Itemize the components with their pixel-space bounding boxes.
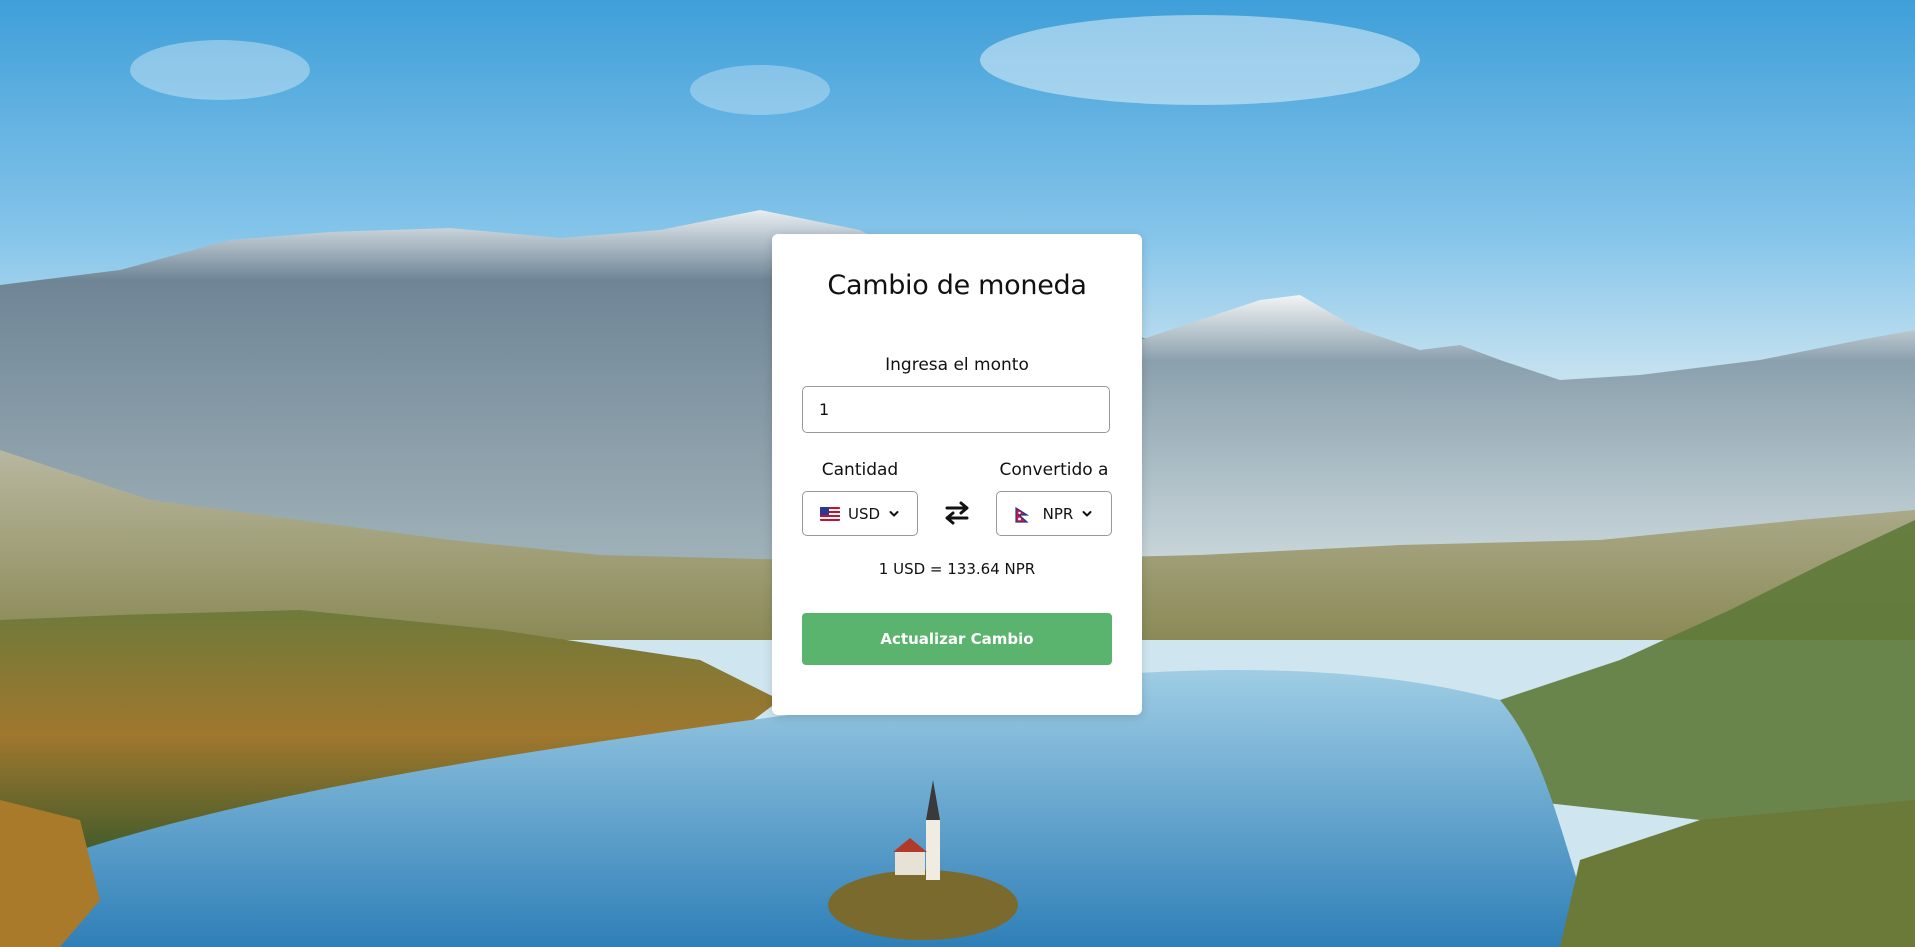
amount-input[interactable] bbox=[802, 386, 1110, 433]
exchange-rate-text: 1 USD = 133.64 NPR bbox=[878, 560, 1036, 578]
from-currency-code: USD bbox=[847, 504, 881, 523]
card-title: Cambio de moneda bbox=[827, 270, 1087, 301]
page: Cambio de moneda Ingresa el monto Cantid… bbox=[0, 0, 1915, 947]
to-currency-label: Convertido a bbox=[999, 460, 1109, 480]
us-flag-icon bbox=[819, 506, 840, 521]
amount-label: Ingresa el monto bbox=[885, 355, 1029, 375]
chevron-down-icon bbox=[1082, 510, 1092, 516]
swap-arrows-icon[interactable] bbox=[942, 500, 972, 526]
from-currency-select[interactable]: USD bbox=[802, 491, 918, 536]
to-currency-select[interactable]: NPR bbox=[996, 491, 1112, 536]
nepal-flag-icon bbox=[1015, 506, 1035, 523]
chevron-down-icon bbox=[889, 510, 899, 516]
currency-converter-card: Cambio de moneda Ingresa el monto Cantid… bbox=[772, 234, 1142, 715]
from-currency-label: Cantidad bbox=[821, 460, 899, 480]
to-currency-code: NPR bbox=[1042, 504, 1074, 523]
update-rate-button[interactable]: Actualizar Cambio bbox=[802, 613, 1112, 665]
